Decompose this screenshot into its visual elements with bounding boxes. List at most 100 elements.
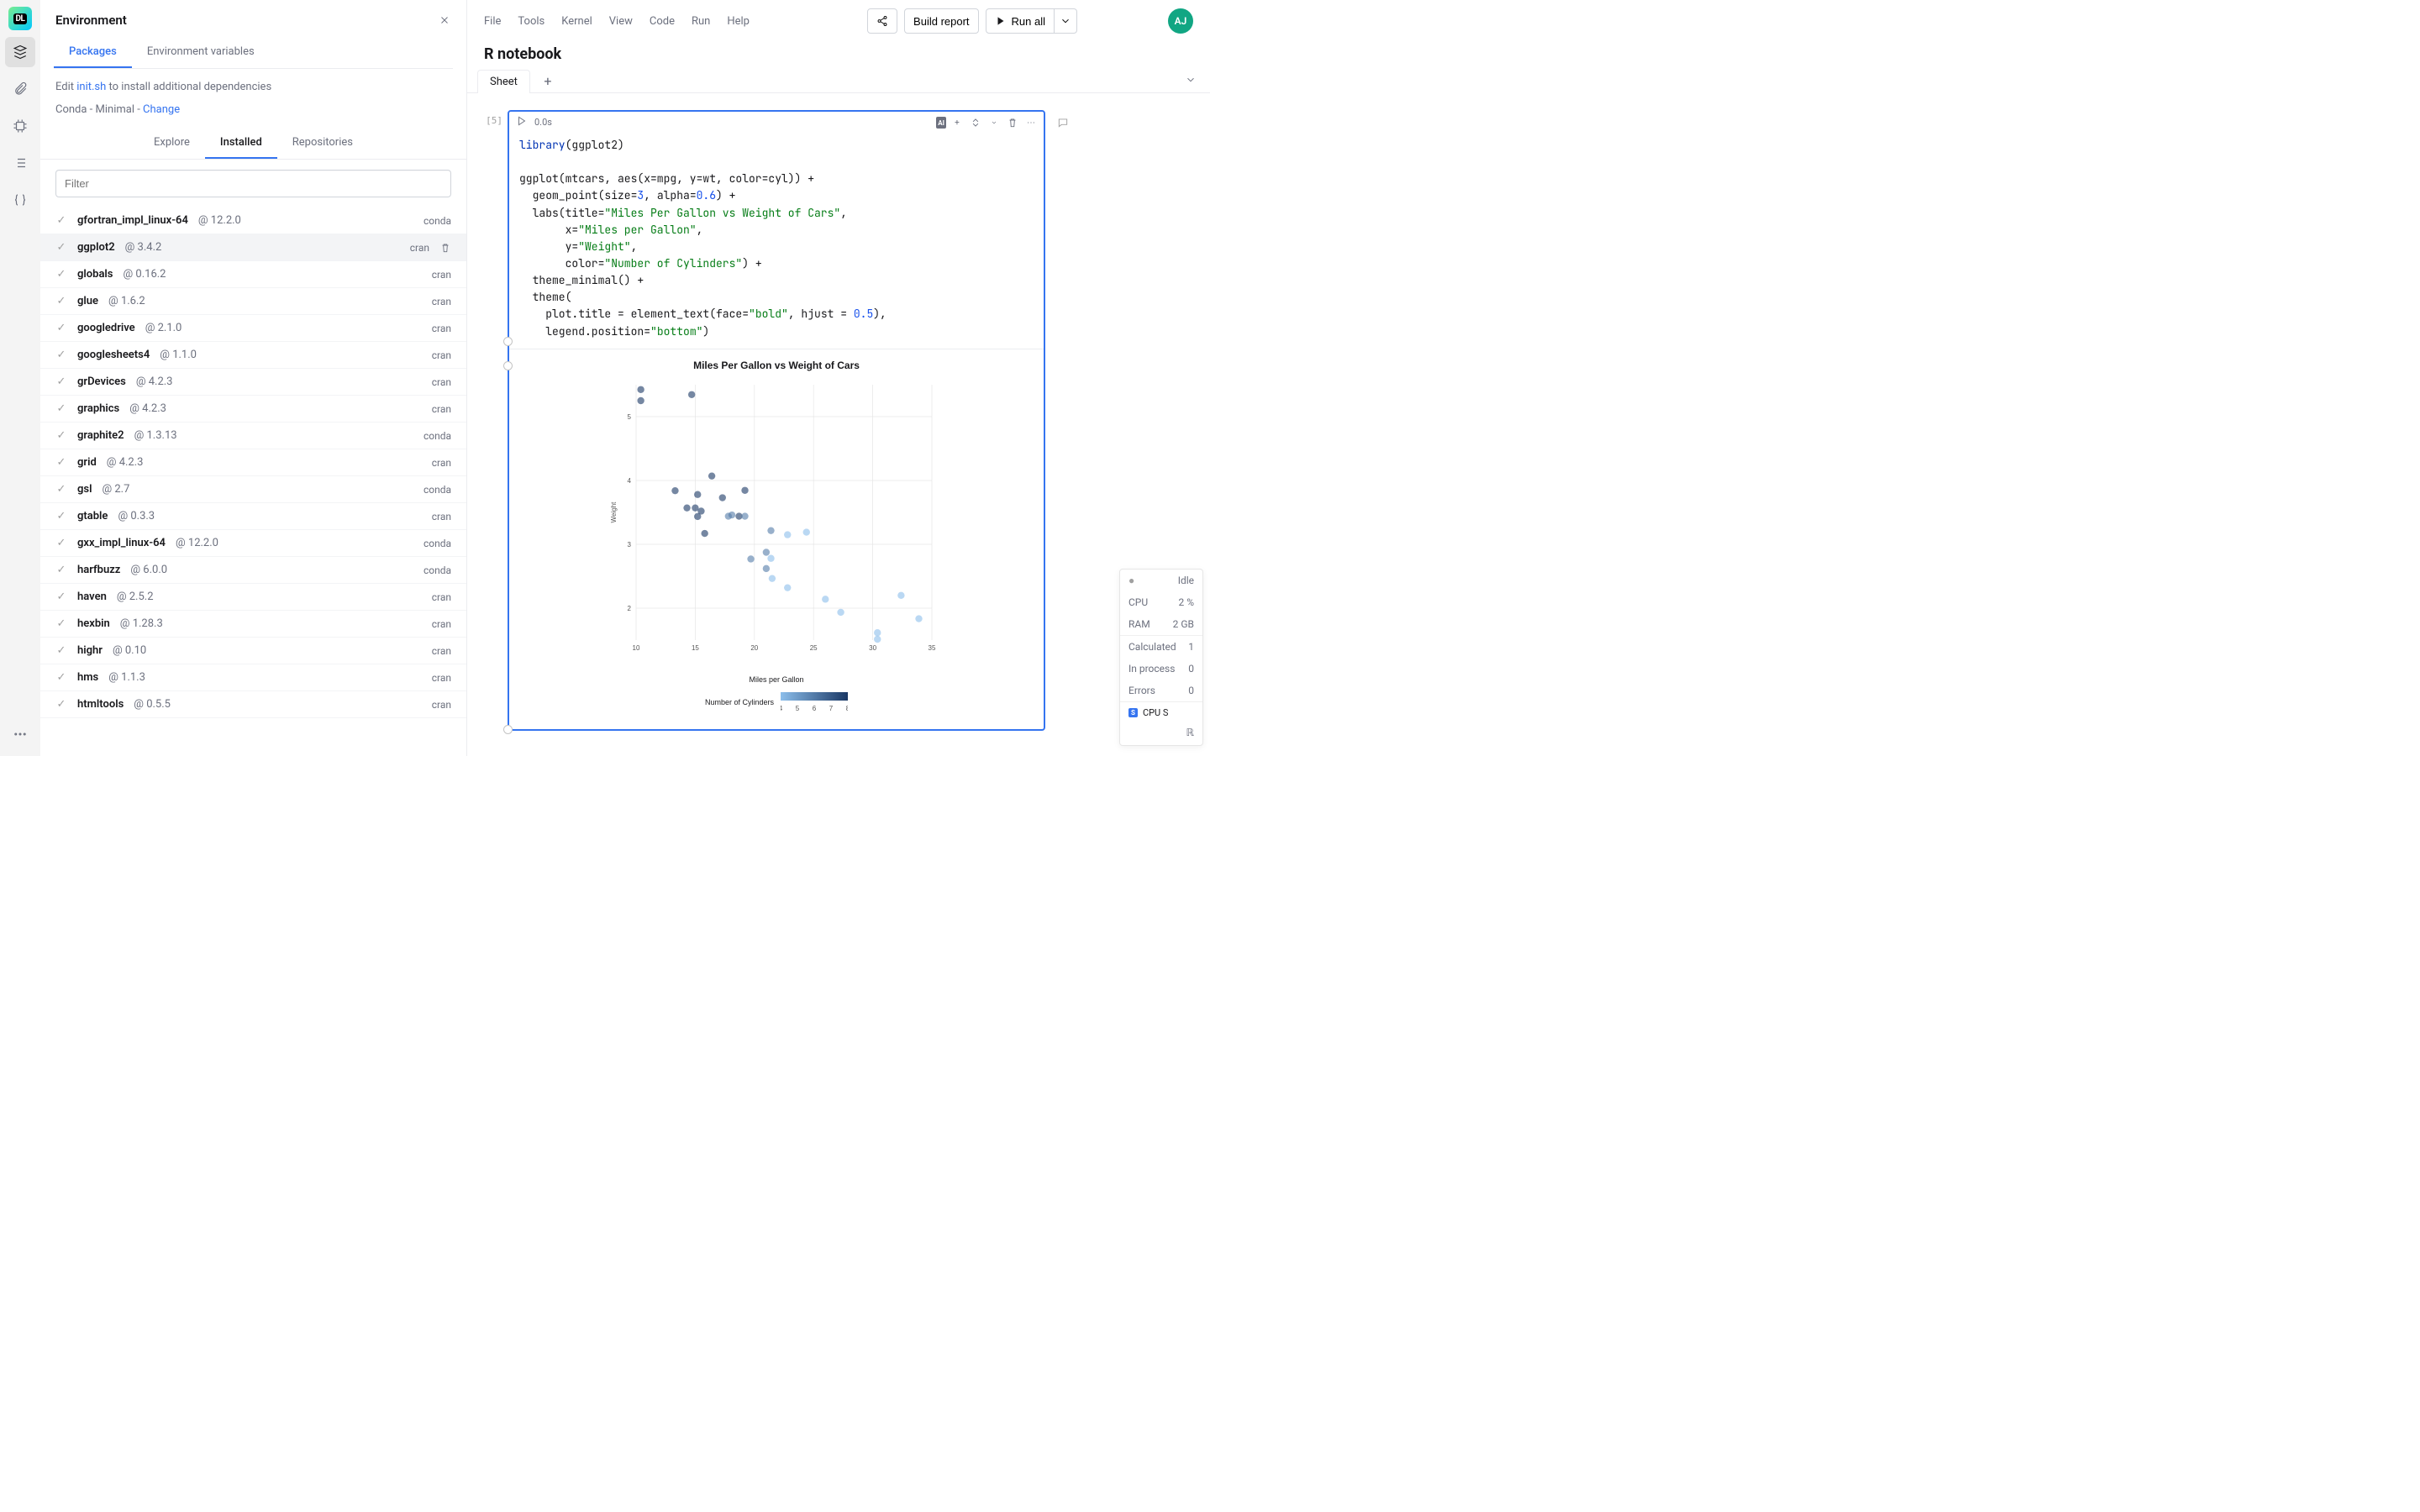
check-icon: ✓ <box>55 617 67 630</box>
package-version: 12.2.0 <box>198 214 241 227</box>
menu-code[interactable]: Code <box>650 15 675 28</box>
package-name: googledrive <box>77 322 135 334</box>
svg-text:8: 8 <box>846 705 848 712</box>
package-list[interactable]: ✓gfortran_impl_linux-6412.2.0conda✓ggplo… <box>40 207 466 756</box>
package-row[interactable]: ✓googledrive2.1.0cran <box>40 315 466 342</box>
editor-scroll[interactable]: [5] 0.0s AI + ⋯ library(ggplot2) ggplot(… <box>467 93 1210 756</box>
menu-kernel[interactable]: Kernel <box>561 15 592 28</box>
sheet-tab[interactable]: Sheet <box>477 70 530 93</box>
fold-knob-bottom[interactable] <box>503 725 513 734</box>
filter-wrapper <box>55 170 451 197</box>
package-version: 2.5.2 <box>117 591 154 603</box>
package-row[interactable]: ✓hexbin1.28.3cran <box>40 611 466 638</box>
package-row[interactable]: ✓grid4.2.3cran <box>40 449 466 476</box>
subtab-installed[interactable]: Installed <box>205 128 277 159</box>
package-row[interactable]: ✓ggplot23.4.2cran <box>40 234 466 261</box>
tab-env-vars[interactable]: Environment variables <box>132 37 270 68</box>
rail-compute-icon[interactable] <box>5 111 35 141</box>
package-row[interactable]: ✓googlesheets41.1.0cran <box>40 342 466 369</box>
package-row[interactable]: ✓haven2.5.2cran <box>40 584 466 611</box>
build-report-button[interactable]: Build report <box>904 8 978 34</box>
package-name: gxx_impl_linux-64 <box>77 537 166 549</box>
code-cell[interactable]: 0.0s AI + ⋯ library(ggplot2) ggplot(mtca… <box>508 110 1045 731</box>
package-row[interactable]: ✓htmltools0.5.5cran <box>40 691 466 718</box>
package-name: globals <box>77 268 113 281</box>
check-icon: ✓ <box>55 429 67 442</box>
check-icon: ✓ <box>55 375 67 388</box>
check-icon: ✓ <box>55 644 67 657</box>
app-logo[interactable]: DL <box>8 7 32 30</box>
cell-comment-icon[interactable] <box>1057 117 1069 132</box>
env-hint: Edit init.sh to install additional depen… <box>40 69 466 98</box>
svg-text:5: 5 <box>628 413 632 421</box>
rail-more-icon[interactable] <box>5 719 35 749</box>
status-r-icon: ℝ <box>1120 723 1202 745</box>
menu-run[interactable]: Run <box>692 15 710 28</box>
subtab-explore[interactable]: Explore <box>139 128 205 159</box>
sheets-chevron-icon[interactable] <box>1181 71 1200 92</box>
cell-dropdown-icon[interactable] <box>986 115 1002 130</box>
fold-knob-output[interactable] <box>503 361 513 370</box>
package-row[interactable]: ✓graphite21.3.13conda <box>40 423 466 449</box>
share-button[interactable] <box>867 8 897 34</box>
subtab-repositories[interactable]: Repositories <box>277 128 368 159</box>
run-cell-icon[interactable] <box>516 115 528 129</box>
menu-tools[interactable]: Tools <box>518 15 544 28</box>
topbar: File Tools Kernel View Code Run Help Build rep… <box>467 0 1210 34</box>
filter-input[interactable] <box>55 170 451 197</box>
package-row[interactable]: ✓gxx_impl_linux-6412.2.0conda <box>40 530 466 557</box>
run-all-button[interactable]: Run all <box>986 8 1055 34</box>
svg-text:5: 5 <box>796 705 800 712</box>
move-cell-icon[interactable] <box>968 115 983 130</box>
plot-legend: Number of Cylinders 45678 <box>604 692 949 712</box>
package-version: 2.7 <box>102 483 129 496</box>
package-row[interactable]: ✓glue1.6.2cran <box>40 288 466 315</box>
add-cell-icon[interactable]: + <box>950 115 965 130</box>
package-row[interactable]: ✓harfbuzz6.0.0conda <box>40 557 466 584</box>
menu-file[interactable]: File <box>484 15 501 28</box>
plot-svg: 1015202530352345Weight <box>604 380 940 674</box>
build-report-label: Build report <box>913 15 969 28</box>
run-all-dropdown[interactable] <box>1055 8 1077 34</box>
package-source: conda <box>424 215 451 227</box>
env-hint-post: to install additional dependencies <box>106 81 271 93</box>
add-sheet-icon[interactable]: + <box>537 71 559 92</box>
delete-package-icon[interactable] <box>439 242 451 254</box>
package-row[interactable]: ✓gtable0.3.3cran <box>40 503 466 530</box>
close-icon[interactable] <box>436 12 453 29</box>
package-name: ggplot2 <box>77 241 115 254</box>
tab-packages[interactable]: Packages <box>54 37 132 68</box>
conda-change-link[interactable]: Change <box>143 103 180 116</box>
package-row[interactable]: ✓graphics4.2.3cran <box>40 396 466 423</box>
cell-output: Miles Per Gallon vs Weight of Cars 10152… <box>509 349 1044 729</box>
fold-knob-code[interactable] <box>503 337 513 346</box>
avatar[interactable]: AJ <box>1168 8 1193 34</box>
code-editor[interactable]: library(ggplot2) ggplot(mtcars, aes(x=mp… <box>509 134 1044 349</box>
delete-cell-icon[interactable] <box>1005 115 1020 130</box>
rail-attachments-icon[interactable] <box>5 74 35 104</box>
package-row[interactable]: ✓globals0.16.2cran <box>40 261 466 288</box>
rail-outline-icon[interactable] <box>5 148 35 178</box>
plot-container: Miles Per Gallon vs Weight of Cars 10152… <box>604 360 949 712</box>
rail-variables-icon[interactable] <box>5 185 35 215</box>
cell-wrap: [5] 0.0s AI + ⋯ library(ggplot2) ggplot(… <box>467 110 1202 731</box>
package-source: cran <box>432 323 451 334</box>
package-row[interactable]: ✓grDevices4.2.3cran <box>40 369 466 396</box>
rail-environment-icon[interactable] <box>5 37 35 67</box>
package-version: 1.28.3 <box>120 617 163 630</box>
menu-view[interactable]: View <box>609 15 633 28</box>
cell-index: [5] <box>467 110 508 731</box>
status-cpu-item[interactable]: SCPU S <box>1120 702 1202 723</box>
package-row[interactable]: ✓hms1.1.3cran <box>40 664 466 691</box>
package-version: 3.4.2 <box>125 241 162 254</box>
initsh-link[interactable]: init.sh <box>76 81 106 93</box>
status-cpu: CPU2 % <box>1120 591 1202 613</box>
ai-icon[interactable]: AI <box>936 117 946 129</box>
package-row[interactable]: ✓gfortran_impl_linux-6412.2.0conda <box>40 207 466 234</box>
conda-text: Conda - Minimal - <box>55 103 143 116</box>
svg-text:10: 10 <box>633 644 640 652</box>
package-row[interactable]: ✓highr0.10cran <box>40 638 466 664</box>
menu-help[interactable]: Help <box>727 15 750 28</box>
package-row[interactable]: ✓gsl2.7conda <box>40 476 466 503</box>
cell-more-icon[interactable]: ⋯ <box>1023 115 1039 130</box>
